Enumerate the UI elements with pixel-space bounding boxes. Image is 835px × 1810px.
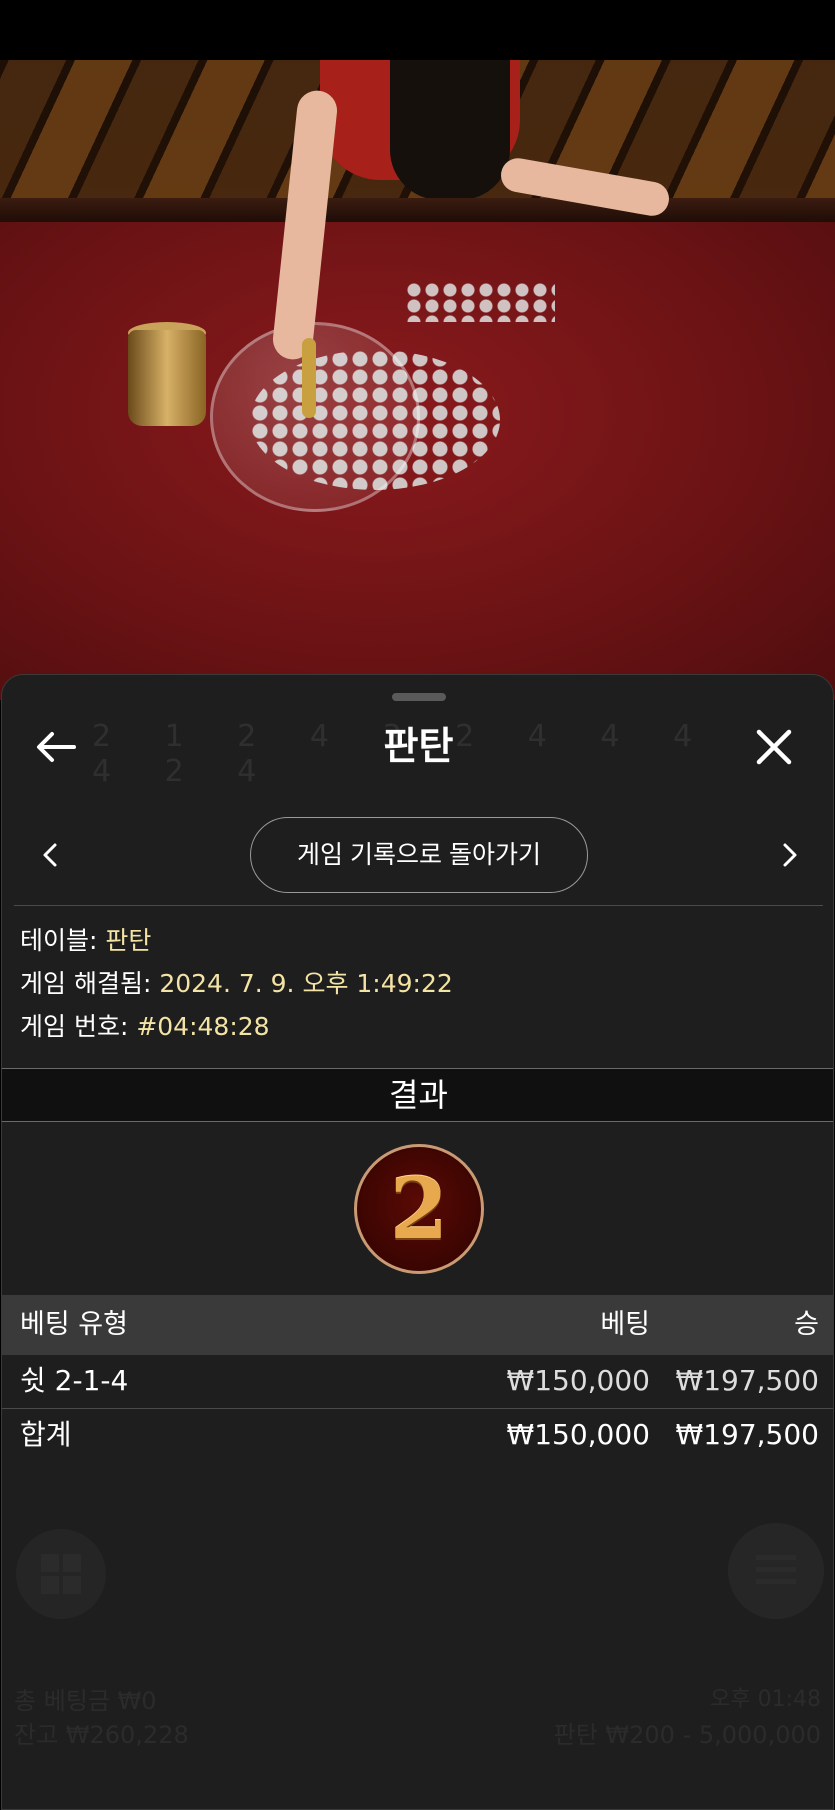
status-bar [0,0,835,60]
header-bet: 베팅 [600,1309,650,1340]
bets-table-header: 베팅 유형 베팅 승 [2,1295,833,1355]
background-balance: 잔고 ₩260,228 [14,1721,189,1749]
grid-icon [16,1529,106,1619]
game-number-value: #04:48:28 [136,1012,270,1041]
video-dealer-hair [390,60,510,200]
sheet-header: 판탄 [2,711,833,781]
page-title: 판탄 [383,724,454,768]
total-row: 합계 ₩150,000 ₩197,500 [2,1409,833,1461]
bet-amount-cell: ₩150,000 [506,1364,650,1397]
video-beads [405,282,555,322]
result-heading: 결과 [2,1068,833,1122]
next-game-button[interactable] [770,835,810,875]
back-button[interactable] [28,719,84,775]
header-bet-type: 베팅 유형 [20,1309,128,1340]
total-label: 합계 [20,1418,72,1451]
chevron-left-icon [43,843,57,867]
resolved-info-row: 게임 해결됨: 2024. 7. 9. 오후 1:49:22 [20,962,820,1005]
table-label: 테이블: [20,926,106,955]
table-row: 쉿 2-1-4 ₩150,000 ₩197,500 [2,1355,833,1407]
sheet-drag-handle[interactable] [392,693,446,701]
resolved-value: 2024. 7. 9. 오후 1:49:22 [159,969,453,998]
resolved-label: 게임 해결됨: [20,969,160,998]
bet-type-cell: 쉿 2-1-4 [20,1364,129,1397]
result-medal: 2 [354,1144,484,1274]
game-number-label: 게임 번호: [20,1012,137,1041]
total-win: ₩197,500 [675,1418,819,1451]
close-button[interactable] [746,719,802,775]
game-info: 테이블: 판탄 게임 해결됨: 2024. 7. 9. 오후 1:49:22 게… [20,919,820,1048]
background-total-bet: 총 베팅금 ₩0 [14,1687,157,1715]
game-number-row: 게임 번호: #04:48:28 [20,1005,820,1048]
header-win: 승 [794,1309,819,1340]
chevron-right-icon [783,843,797,867]
video-table-rail [0,198,835,222]
table-info-row: 테이블: 판탄 [20,919,820,962]
game-history-sheet: 2 1 2 4 3 2 4 4 4 4 2 4 총 베팅금 ₩0 잔고 ₩260… [1,674,834,1810]
back-to-history-button[interactable]: 게임 기록으로 돌아가기 [250,817,588,893]
total-bet: ₩150,000 [506,1418,650,1451]
divider [14,905,823,906]
history-navigation: 게임 기록으로 돌아가기 [2,817,833,893]
close-icon [756,729,792,765]
previous-game-button[interactable] [30,835,70,875]
background-limits: 판탄 ₩200 - 5,000,000 [553,1721,821,1749]
back-arrow-icon [37,732,76,762]
table-value: 판탄 [105,926,152,955]
background-time: 오후 01:48 [710,1687,821,1712]
menu-icon [728,1523,824,1619]
video-cup [128,330,206,426]
result-number: 2 [389,1159,449,1258]
win-amount-cell: ₩197,500 [675,1364,819,1397]
live-video [0,60,835,700]
video-dome-handle [302,338,316,418]
